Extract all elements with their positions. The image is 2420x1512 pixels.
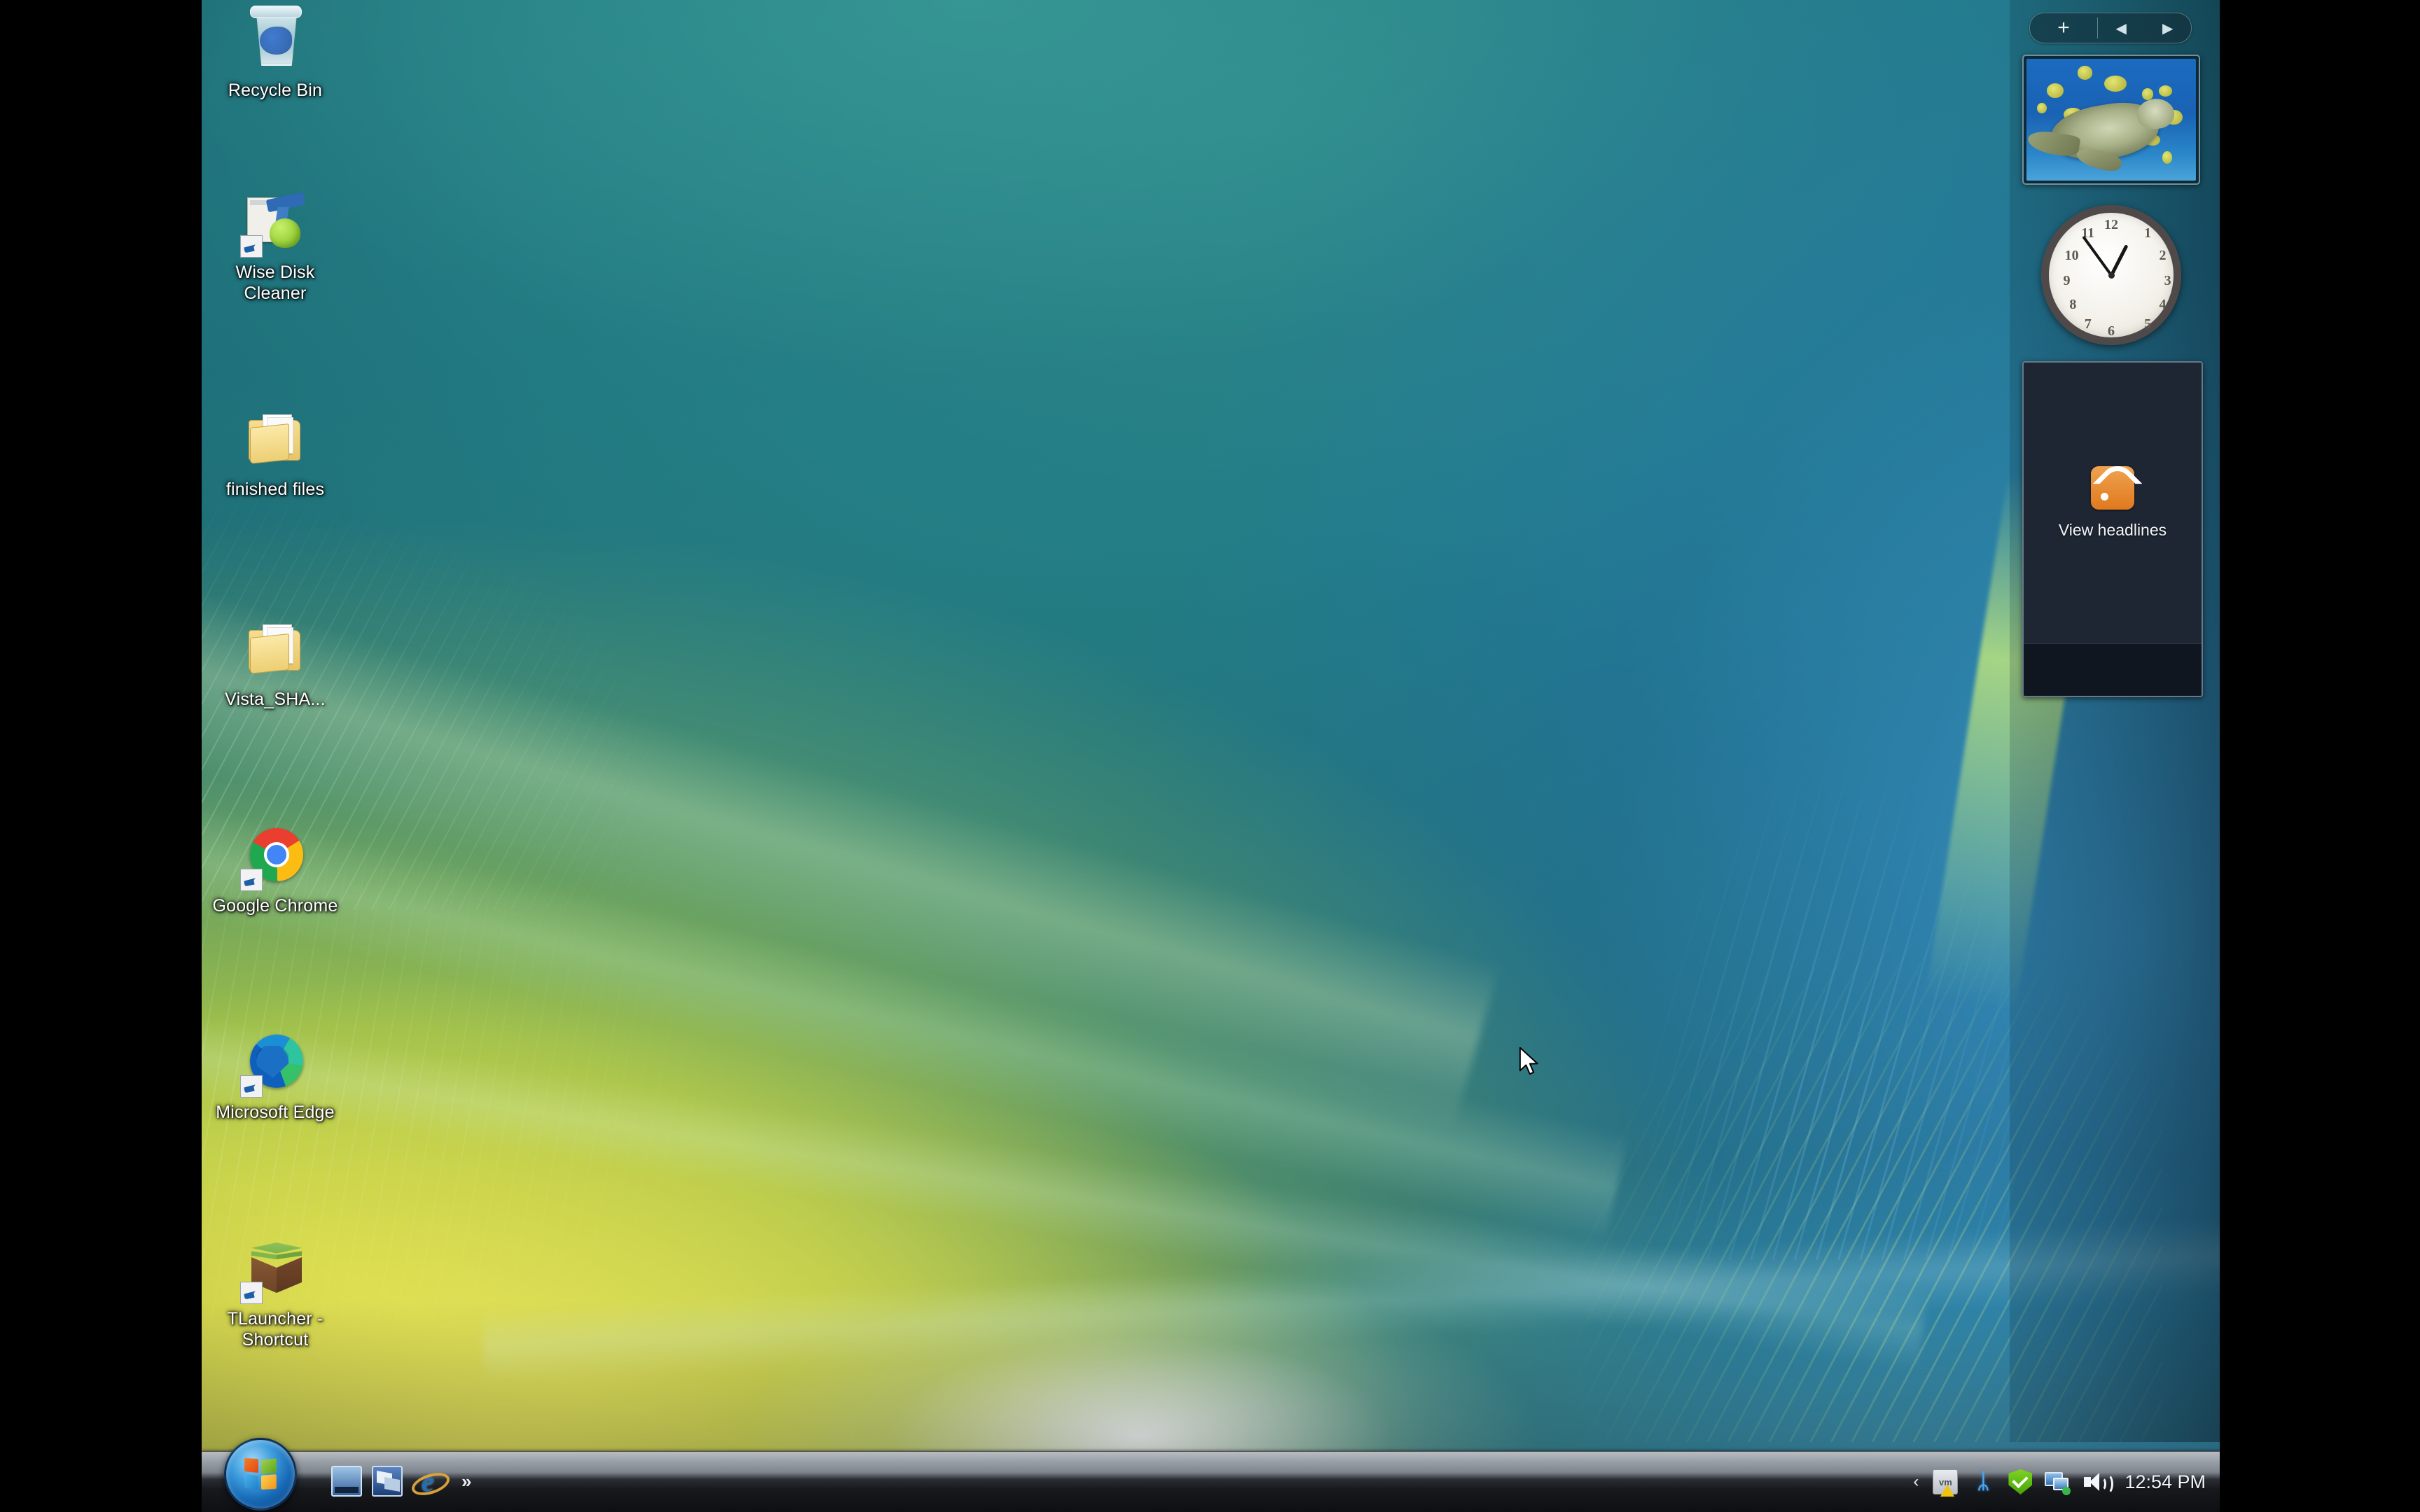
desktop-wallpaper <box>202 0 2220 1512</box>
desktop-screen: Recycle Bin Wise Disk Cleaner finished f… <box>202 0 2220 1512</box>
desktop-icon-label: TLauncher - Shortcut <box>227 1309 324 1350</box>
wallpaper-vignette <box>202 0 2220 1512</box>
previous-gadget-icon[interactable]: ◀ <box>2098 20 2145 37</box>
tray-expand-icon[interactable]: ‹ <box>1913 1472 1919 1492</box>
shortcut-overlay-icon <box>240 1075 263 1098</box>
clock-center-pin <box>2108 272 2115 279</box>
clock-numeral: 10 <box>2064 248 2079 263</box>
clock-numeral: 7 <box>2084 316 2092 332</box>
taskbar-clock[interactable]: 12:54 PM <box>2125 1471 2206 1493</box>
gadget-slideshow[interactable] <box>2022 55 2200 185</box>
desktop-icon-label: Recycle Bin <box>228 80 323 100</box>
turtle-shape <box>2046 97 2162 176</box>
quick-launch-overflow-icon[interactable]: » <box>461 1471 472 1492</box>
warning-badge-icon <box>1940 1485 1955 1497</box>
green-shield-check-icon[interactable] <box>2008 1469 2033 1494</box>
view-headlines-label[interactable]: View headlines <box>2059 521 2167 540</box>
bluetooth-icon[interactable]: ᛦ <box>1970 1469 1996 1494</box>
clock-numeral: 5 <box>2144 316 2152 332</box>
shortcut-overlay-icon <box>240 1282 263 1304</box>
desktop-icon-google-chrome[interactable]: Google Chrome <box>209 822 342 916</box>
rss-icon <box>2091 466 2134 510</box>
clock-numeral: 3 <box>2164 273 2171 288</box>
clock-numeral: 12 <box>2104 217 2118 232</box>
feed-footer <box>2024 643 2202 696</box>
recycle-bin-icon <box>242 6 309 74</box>
volume-icon[interactable] <box>2082 1469 2114 1494</box>
gadget-feed-headlines[interactable]: View headlines <box>2022 361 2203 697</box>
clock-numeral: 9 <box>2063 273 2071 288</box>
vmware-tools-icon[interactable]: vm <box>1933 1469 1959 1497</box>
gadget-clock[interactable]: 12 1 2 3 4 5 6 7 8 9 10 11 <box>2022 197 2200 353</box>
desktop-icon-microsoft-edge[interactable]: Microsoft Edge <box>209 1029 342 1123</box>
clock-numeral: 4 <box>2159 297 2167 312</box>
desktop-icon-wise-disk-cleaner[interactable]: Wise Disk Cleaner <box>209 189 342 304</box>
desktop-icon-label: Vista_SHA... <box>225 690 326 709</box>
show-desktop-icon[interactable] <box>331 1466 362 1497</box>
clock-numeral: 1 <box>2144 225 2152 241</box>
desktop-icon-label: Wise Disk Cleaner <box>235 262 315 303</box>
system-tray: ‹ vm ᛦ 12:54 PM <box>1913 1452 2210 1512</box>
quick-launch-bar: e » <box>331 1466 472 1497</box>
tlauncher-minecraft-icon <box>240 1236 309 1304</box>
desktop-icon-grid: Recycle Bin Wise Disk Cleaner finished f… <box>202 0 426 1442</box>
add-gadget-icon[interactable]: + <box>2030 18 2097 38</box>
clock-numeral: 11 <box>2081 225 2095 241</box>
google-chrome-icon <box>240 822 309 891</box>
folder-icon <box>242 616 309 683</box>
wise-disk-cleaner-icon <box>240 189 309 258</box>
desktop-icon-vista-sha[interactable]: Vista_SHA... <box>209 616 342 710</box>
desktop-icon-tlauncher[interactable]: TLauncher - Shortcut <box>209 1236 342 1350</box>
network-icon[interactable] <box>2045 1469 2071 1495</box>
clock-hour-hand <box>2109 244 2129 276</box>
clock-numeral: 6 <box>2108 323 2115 339</box>
start-button[interactable] <box>224 1438 297 1511</box>
microsoft-edge-icon <box>240 1029 309 1098</box>
desktop-icon-finished-files[interactable]: finished files <box>209 406 342 500</box>
flip3d-icon[interactable] <box>372 1466 403 1497</box>
taskbar: e » ‹ vm ᛦ 12:54 PM <box>202 1438 2220 1512</box>
clock-numeral: 2 <box>2159 248 2167 263</box>
shortcut-overlay-icon <box>240 235 263 258</box>
clock-numeral: 8 <box>2069 297 2077 312</box>
internet-explorer-icon[interactable]: e <box>412 1466 443 1497</box>
letterbox-right <box>2220 0 2420 1512</box>
folder-icon <box>242 406 309 473</box>
slideshow-photo <box>2026 59 2196 181</box>
clock-minute-hand <box>2082 235 2113 276</box>
analog-clock-face: 12 1 2 3 4 5 6 7 8 9 10 11 <box>2041 205 2181 345</box>
desktop-icon-label: Microsoft Edge <box>216 1102 335 1122</box>
feed-body: View headlines <box>2024 363 2202 643</box>
windows-sidebar: + ◀ ▶ 12 1 2 3 4 5 6 7 8 9 10 11 View he… <box>2010 0 2220 1442</box>
next-gadget-icon[interactable]: ▶ <box>2145 20 2192 37</box>
desktop-icon-label: Google Chrome <box>212 896 338 916</box>
shortcut-overlay-icon <box>240 869 263 891</box>
sidebar-control-bar: + ◀ ▶ <box>2029 13 2192 43</box>
desktop-icon-label: finished files <box>225 479 325 499</box>
letterbox-left <box>0 0 202 1512</box>
windows-logo-icon <box>244 1457 278 1491</box>
desktop-icon-recycle-bin[interactable]: Recycle Bin <box>209 6 342 101</box>
